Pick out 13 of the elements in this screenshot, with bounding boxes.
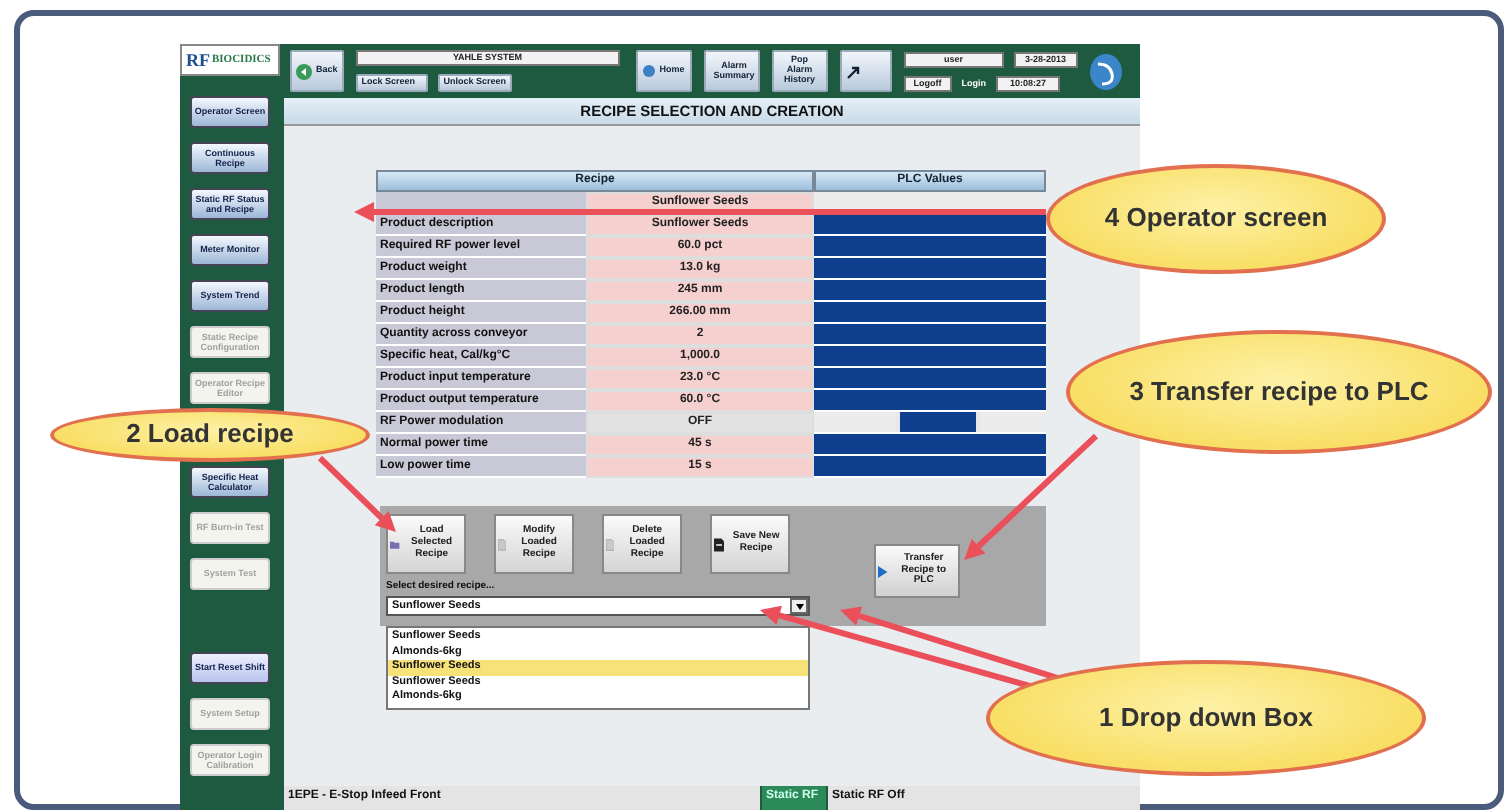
dropdown-button[interactable] — [790, 598, 808, 614]
back-icon — [296, 63, 312, 79]
document-icon — [498, 535, 507, 553]
logo-mark: RF — [186, 50, 210, 70]
play-icon — [878, 561, 888, 581]
logo-icon — [1089, 53, 1122, 89]
document-icon — [606, 535, 615, 553]
arrow-button[interactable] — [839, 50, 892, 92]
arrow-icon — [845, 63, 862, 79]
folder-icon — [390, 536, 400, 552]
document-icon — [714, 535, 725, 553]
arrow — [964, 433, 1099, 560]
caret-icon — [795, 602, 803, 610]
